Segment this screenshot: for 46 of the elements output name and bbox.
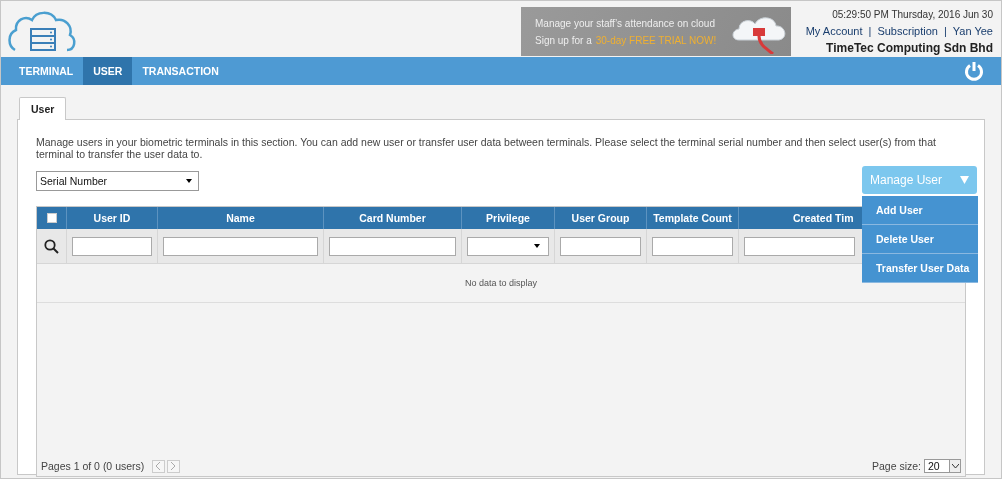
offer-text: 30-day FREE TRIAL NOW!: [595, 34, 717, 46]
column-header[interactable]: Template Count: [653, 212, 732, 224]
column-header[interactable]: Privilege: [486, 212, 530, 224]
caret-icon: [960, 176, 969, 184]
column-header[interactable]: User Group: [571, 212, 630, 224]
nav-tab[interactable]: USER: [83, 57, 133, 85]
serial-number-select[interactable]: Serial Number: [36, 171, 199, 191]
column-header[interactable]: Created Tim: [793, 212, 854, 224]
caret-icon: [534, 244, 540, 248]
filter-field[interactable]: [652, 236, 733, 256]
column-header[interactable]: Card Number: [359, 212, 426, 224]
filter-field[interactable]: [744, 236, 855, 256]
pagination-summary: Pages 1 of 0 (0 users): [41, 460, 145, 472]
next-page-button[interactable]: [167, 459, 181, 473]
separator: |: [868, 25, 872, 37]
column-header[interactable]: Name: [226, 212, 255, 224]
chevron-right-icon: [171, 462, 177, 470]
filter-field[interactable]: [163, 236, 318, 256]
cloud-server-icon: [7, 10, 77, 52]
filter-select[interactable]: [467, 236, 549, 256]
promo-banner[interactable]: Manage your staff’s attendance on cloud Sign up for a 30-day FREE TRIAL NOW!: [521, 7, 791, 56]
caret-icon: [186, 179, 192, 183]
filter-field[interactable]: [329, 236, 456, 256]
search-icon: [44, 238, 59, 254]
account-link[interactable]: Subscription: [877, 25, 938, 37]
chevron-left-icon: [156, 462, 162, 470]
description-text: Manage users in your biometric terminals in this section. You can add new user or transfer user data between terminals. Please select the terminal serial number and then select user(s) from that terminal to transfer the user data to.: [36, 136, 937, 160]
date-time: 05:29:50 PM Thursday, 2016 Jun 30: [831, 9, 993, 20]
page-size-select[interactable]: 20: [924, 459, 961, 473]
nav-tab[interactable]: TRANSACTION: [132, 57, 229, 85]
banner-text: Manage your staff’s attendance on cloud: [535, 16, 716, 31]
previous-page-button[interactable]: [152, 459, 166, 473]
separator: |: [943, 25, 947, 37]
page-size-label: Page size:: [871, 460, 921, 472]
banner-text: Sign up for a: [535, 34, 592, 46]
filter-field[interactable]: [72, 236, 152, 256]
power-icon[interactable]: [964, 61, 984, 81]
filter-field[interactable]: [560, 236, 641, 256]
account-link[interactable]: Yan Yee: [952, 25, 993, 37]
panel-tab[interactable]: User: [19, 97, 67, 120]
account-link[interactable]: My Account: [805, 25, 863, 37]
column-header[interactable]: User ID: [93, 212, 131, 224]
company-name: TimeTec Computing Sdn Bhd: [825, 41, 993, 55]
nav-tab[interactable]: TERMINAL: [9, 57, 84, 85]
checkbox[interactable]: [46, 213, 57, 223]
chevron-down-icon: [951, 463, 959, 469]
